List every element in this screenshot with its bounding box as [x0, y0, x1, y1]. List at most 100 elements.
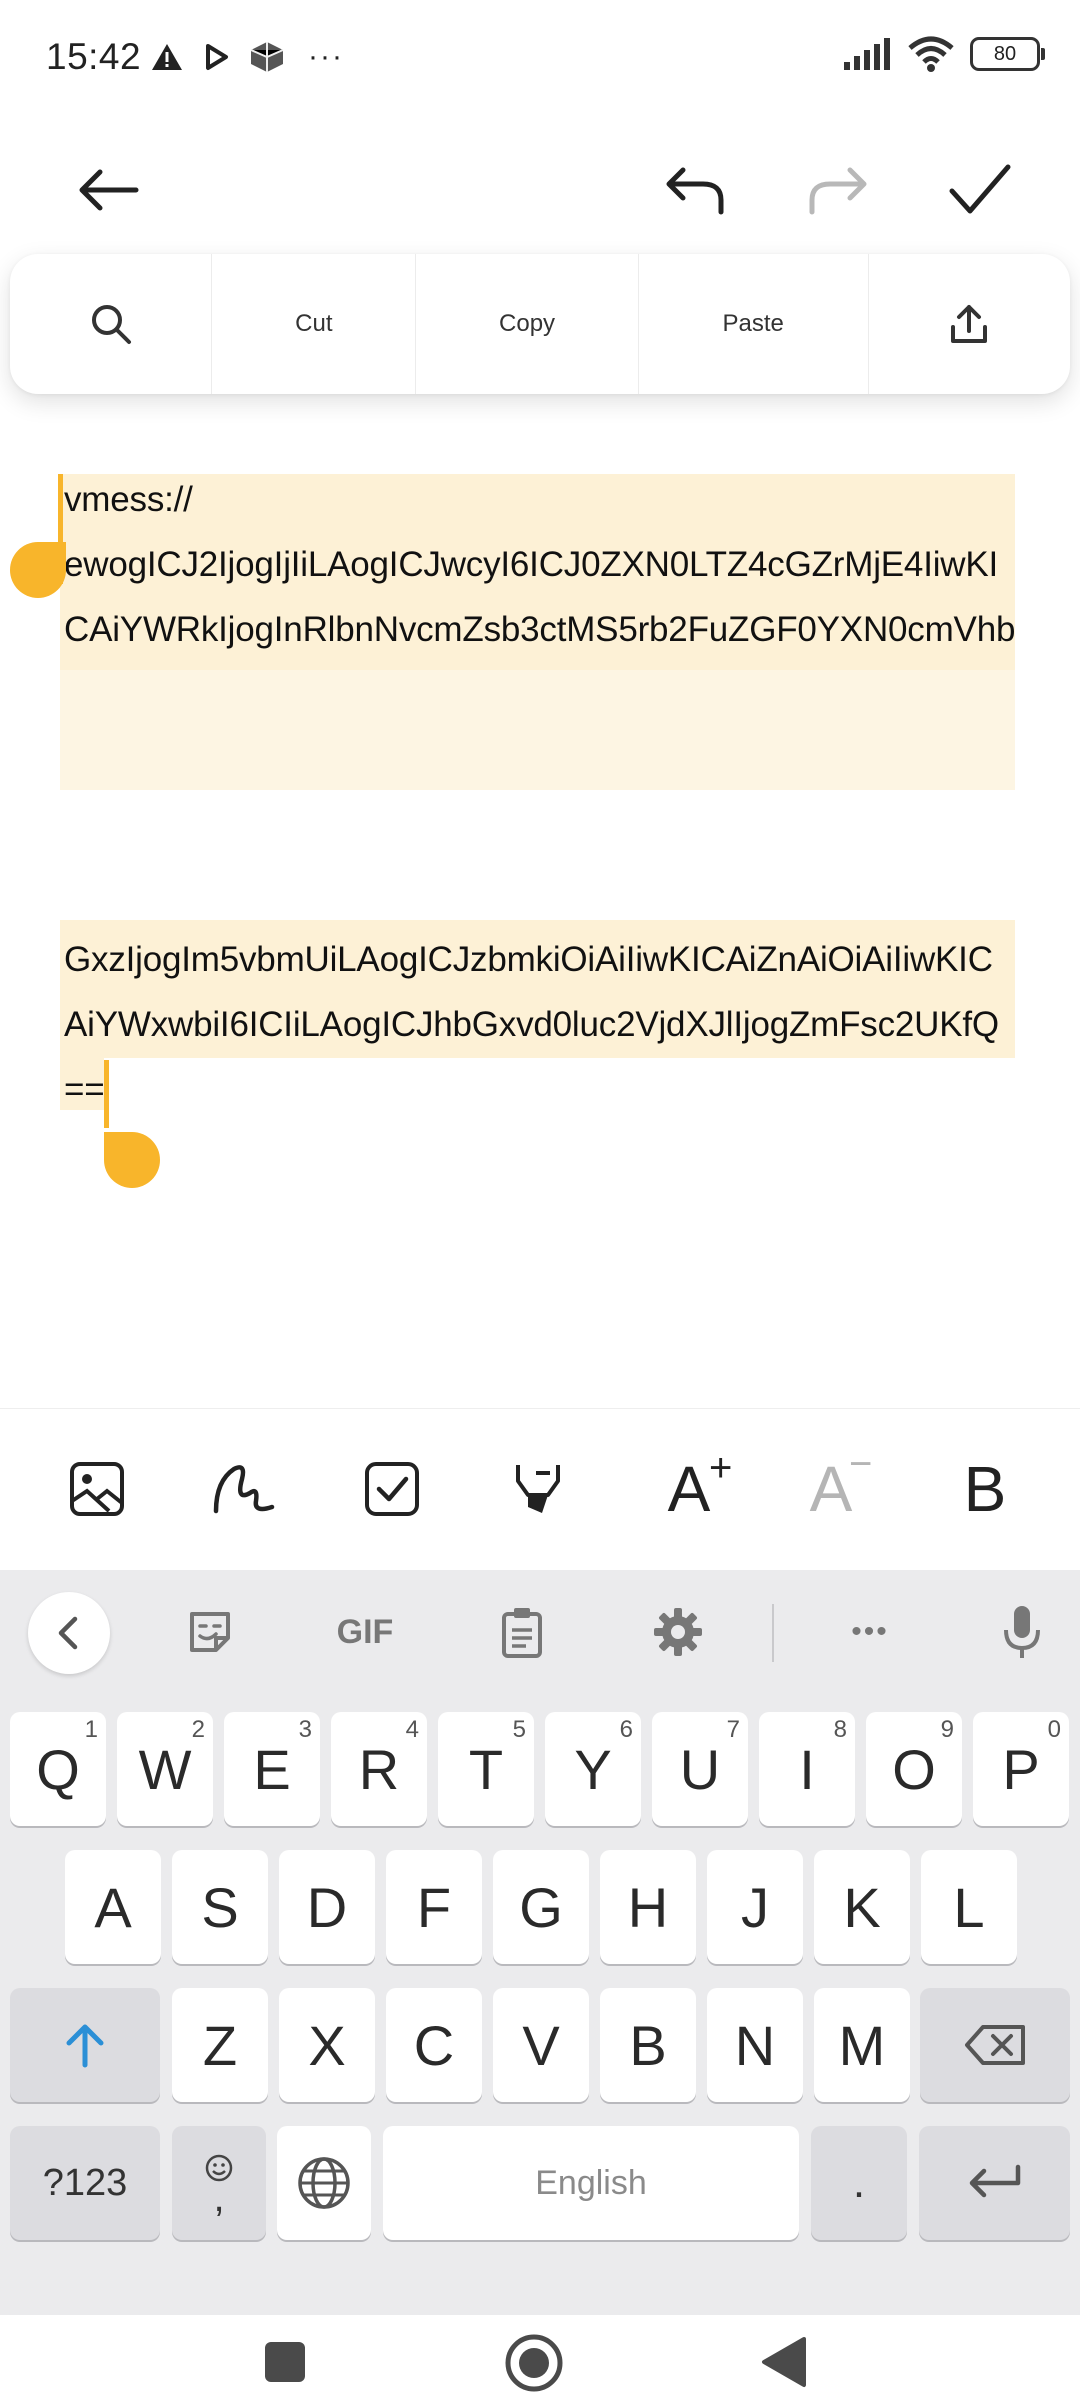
shift-key[interactable]	[10, 1988, 160, 2102]
key-hint: 6	[619, 1716, 633, 1743]
key-a[interactable]: A	[65, 1850, 161, 1964]
key-g[interactable]: G	[493, 1850, 589, 1964]
home-button[interactable]	[504, 2333, 564, 2393]
paste-button[interactable]: Paste	[639, 254, 869, 394]
key-c[interactable]: C	[386, 1988, 482, 2102]
key-o[interactable]: O9	[866, 1712, 962, 1826]
bold-icon: B	[963, 1453, 1007, 1525]
key-q[interactable]: Q1	[10, 1712, 106, 1826]
redo-button[interactable]	[788, 140, 888, 240]
decrease-font-icon: A −	[809, 1442, 873, 1525]
shift-arrow-icon	[66, 2024, 104, 2068]
key-n[interactable]: N	[707, 1988, 803, 2102]
text-line: AiYWxwbiI6ICIiLAogICJhbGxvd0luc2VjdXJlIj…	[64, 1005, 999, 1044]
key-p[interactable]: P0	[973, 1712, 1069, 1826]
key-d[interactable]: D	[279, 1850, 375, 1964]
wifi-icon	[908, 36, 954, 72]
search-button[interactable]	[10, 254, 213, 394]
selection-highlight-gap	[60, 670, 1015, 790]
key-t[interactable]: T5	[438, 1712, 534, 1826]
key-hint: 0	[1047, 1716, 1061, 1743]
key-z[interactable]: Z	[172, 1988, 268, 2102]
settings-button[interactable]	[636, 1592, 720, 1672]
increase-font-button[interactable]: A +	[634, 1434, 744, 1544]
symbols-key[interactable]: ?123	[10, 2126, 160, 2240]
status-notification-icons: ···	[150, 40, 344, 74]
insert-image-button[interactable]	[42, 1434, 152, 1544]
more-options-button[interactable]: •••	[828, 1592, 912, 1672]
key-k[interactable]: K	[814, 1850, 910, 1964]
square-icon	[265, 2342, 305, 2382]
clipboard-button[interactable]	[480, 1592, 564, 1672]
home-circle-icon	[505, 2334, 563, 2392]
key-i[interactable]: I8	[759, 1712, 855, 1826]
enter-key[interactable]	[919, 2126, 1070, 2240]
format-toolbar: A + A − B	[0, 1408, 1080, 1569]
microphone-icon	[1004, 1606, 1040, 1658]
highlighter-button[interactable]	[481, 1434, 591, 1544]
triangle-back-icon	[762, 2337, 806, 2387]
signal-icon	[844, 38, 890, 70]
image-icon	[70, 1462, 124, 1516]
keyboard-collapse-button[interactable]	[28, 1592, 110, 1674]
bold-button[interactable]: B	[930, 1434, 1040, 1544]
status-bar: 15:42 ··· 80	[0, 0, 1080, 120]
key-f[interactable]: F	[386, 1850, 482, 1964]
highlighter-icon	[516, 1465, 560, 1513]
sticker-button[interactable]	[168, 1592, 252, 1672]
key-r[interactable]: R4	[331, 1712, 427, 1826]
language-key[interactable]	[277, 2126, 371, 2240]
checkmark-icon	[949, 164, 1011, 214]
redo-icon	[809, 167, 867, 215]
back-button[interactable]	[58, 140, 158, 240]
backspace-key[interactable]	[920, 1988, 1070, 2102]
increase-font-icon: A +	[667, 1446, 733, 1525]
text-line: ==	[64, 1070, 105, 1109]
key-label: U	[679, 1737, 721, 1801]
key-u[interactable]: U7	[652, 1712, 748, 1826]
key-label: E	[253, 1737, 291, 1801]
key-s[interactable]: S	[172, 1850, 268, 1964]
battery-indicator: 80	[970, 37, 1045, 71]
key-j[interactable]: J	[707, 1850, 803, 1964]
key-label: Q	[36, 1737, 80, 1801]
keyboard-toolbar: GIF •••	[0, 1570, 1080, 1695]
text-line: CAiYWRkIjogInRlbnNvcmZsb3ctMS5rb2FuZGF0Y…	[64, 610, 1016, 649]
decrease-font-button[interactable]: A −	[776, 1434, 886, 1544]
key-b[interactable]: B	[600, 1988, 696, 2102]
share-button[interactable]	[869, 254, 1070, 394]
selection-end-handle[interactable]	[104, 1132, 160, 1188]
key-w[interactable]: W2	[117, 1712, 213, 1826]
key-h[interactable]: H	[600, 1850, 696, 1964]
selection-start-handle[interactable]	[10, 542, 66, 598]
system-navigation-bar	[0, 2315, 1080, 2400]
space-bar[interactable]: English	[383, 2126, 799, 2240]
key-hint: 7	[726, 1716, 740, 1743]
status-system-icons: 80	[842, 36, 1045, 72]
period-key[interactable]: .	[811, 2126, 907, 2240]
voice-input-button[interactable]	[980, 1592, 1064, 1672]
key-e[interactable]: E3	[224, 1712, 320, 1826]
enter-icon	[969, 2164, 1020, 2198]
cut-button[interactable]: Cut	[212, 254, 417, 394]
key-y[interactable]: Y6	[545, 1712, 641, 1826]
status-time: 15:42	[46, 36, 142, 77]
key-l[interactable]: L	[921, 1850, 1017, 1964]
done-button[interactable]	[930, 140, 1030, 240]
key-hint: 2	[191, 1716, 205, 1743]
handwriting-icon	[213, 1465, 275, 1514]
soft-keyboard: GIF ••• Q1 W2 E3 R4 T5 Y6 U7 I8 O9 P0 A …	[0, 1570, 1080, 2315]
key-x[interactable]: X	[279, 1988, 375, 2102]
handwriting-button[interactable]	[189, 1434, 299, 1544]
checklist-button[interactable]	[337, 1434, 447, 1544]
key-label: R	[358, 1737, 400, 1801]
undo-button[interactable]	[645, 140, 745, 240]
emoji-comma-key[interactable]: ,	[172, 2126, 266, 2240]
key-v[interactable]: V	[493, 1988, 589, 2102]
recents-button[interactable]	[262, 2339, 308, 2385]
key-m[interactable]: M	[814, 1988, 910, 2102]
copy-button[interactable]: Copy	[416, 254, 639, 394]
back-nav-button[interactable]	[758, 2335, 808, 2389]
note-editor[interactable]: vmess:// ewogICJ2IjogIjIiLAogICJwcyI6ICJ…	[0, 460, 1080, 1410]
gif-button[interactable]: GIF	[320, 1592, 410, 1672]
